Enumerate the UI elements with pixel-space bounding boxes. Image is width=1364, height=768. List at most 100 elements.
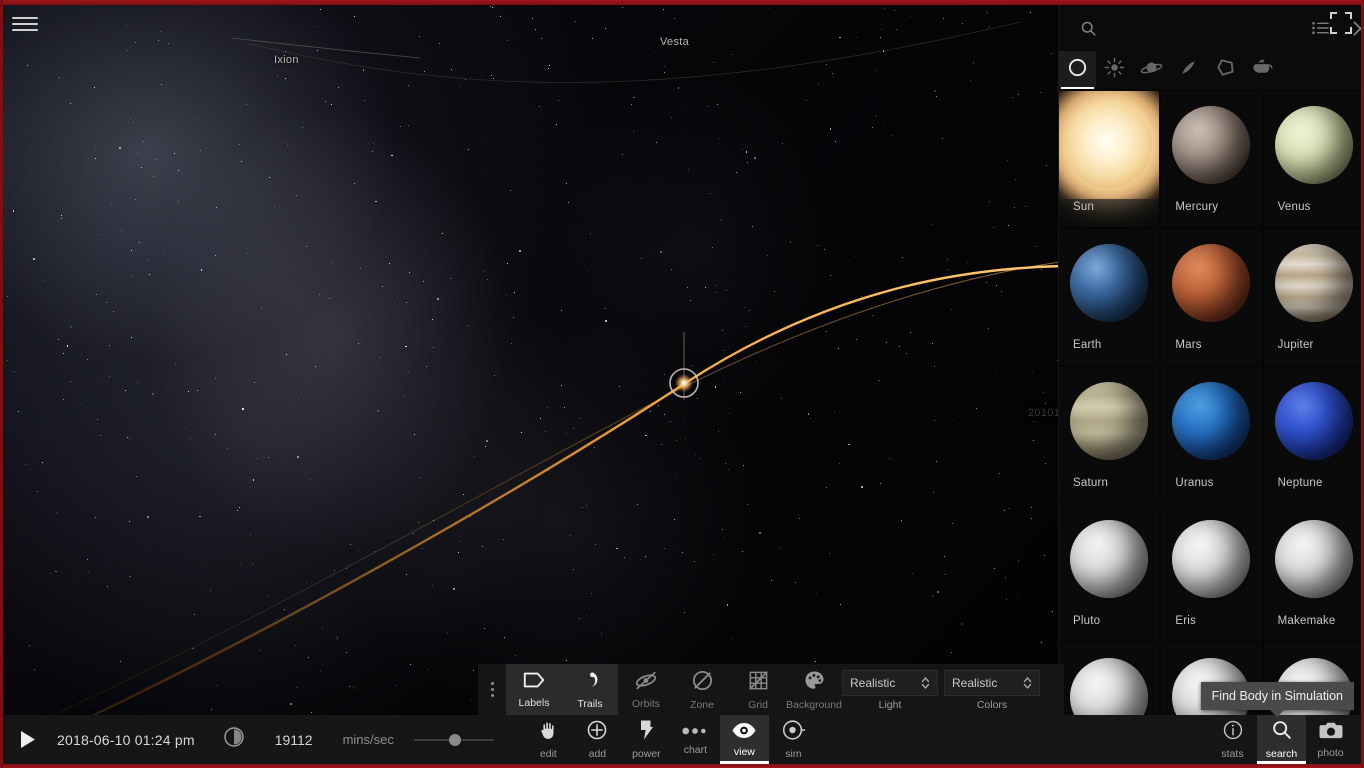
view-toggle-group: Labels Trails Orbits Zone Grid Background (506, 664, 842, 715)
planet-sphere-icon (1172, 244, 1251, 322)
mode-label: view (733, 745, 755, 758)
mode-label: edit (539, 747, 557, 760)
colors-label: Colors (976, 699, 1008, 711)
mode-label: photo (1317, 746, 1344, 759)
body-cell[interactable]: Saturn (1059, 367, 1160, 503)
view-toggle-trails[interactable]: Trails (562, 664, 618, 715)
search-panel-header (1059, 5, 1364, 51)
body-cell[interactable]: Uranus (1161, 367, 1262, 503)
category-tab-planets[interactable] (1133, 51, 1170, 89)
category-tab-asteroids[interactable] (1207, 51, 1244, 89)
body-name-label: Earth (1073, 339, 1102, 351)
mode-button-edit[interactable]: edit (524, 715, 573, 764)
time-rate-slider[interactable] (413, 730, 494, 750)
scene-label[interactable]: Vesta (660, 36, 689, 48)
body-thumbnail (1161, 505, 1261, 613)
body-name-label: Mars (1175, 339, 1202, 351)
hand-icon (538, 720, 558, 746)
right-tool-group: stats search photo (1208, 715, 1355, 764)
body-cell[interactable]: Jupiter (1263, 229, 1364, 365)
asteroid-icon (1215, 57, 1236, 83)
time-rate-unit: mins/sec (342, 732, 394, 747)
body-thumbnail (1059, 367, 1159, 475)
colors-stepper-wrap: Realistic Colors (944, 664, 1040, 711)
grid-off-icon (747, 669, 770, 697)
trail-icon (579, 669, 601, 696)
category-tab-stars[interactable] (1096, 51, 1133, 89)
info-circle-icon (1222, 719, 1244, 746)
simulation-datetime[interactable]: 2018-06-10 01:24 pm (57, 732, 195, 748)
body-search-panel: Sun Mercury Venus Earth Mars Jupiter Saturn Ura… (1058, 5, 1364, 715)
stepper-arrows-icon[interactable] (921, 676, 930, 690)
category-tab-custom[interactable] (1244, 51, 1281, 89)
search-input[interactable] (1110, 18, 1299, 38)
scene-label[interactable]: 20101 (1028, 407, 1060, 419)
fullscreen-expand-icon[interactable] (1330, 12, 1352, 34)
planet-sphere-icon (1070, 658, 1149, 715)
view-toggle-zone[interactable]: Zone (674, 664, 730, 715)
body-cell[interactable]: Pluto (1059, 505, 1160, 641)
category-tab-all[interactable] (1059, 51, 1096, 89)
mode-button-photo[interactable]: photo (1306, 715, 1355, 764)
tooltip: Find Body in Simulation (1200, 682, 1354, 717)
slider-knob[interactable] (449, 733, 462, 746)
zone-off-icon (691, 669, 714, 697)
colors-stepper[interactable]: Realistic (944, 670, 1040, 696)
hamburger-menu-icon[interactable] (12, 12, 38, 36)
body-cell[interactable]: Mars (1161, 229, 1262, 365)
body-thumbnail (1264, 91, 1364, 199)
planet-sphere-icon (1070, 382, 1149, 460)
body-cell[interactable]: Venus (1263, 91, 1364, 227)
view-toggle-orbits[interactable]: Orbits (618, 664, 674, 715)
list-view-icon[interactable] (1309, 17, 1332, 39)
mode-label: add (588, 748, 607, 760)
body-cell[interactable]: Makemake (1263, 505, 1364, 641)
view-toggle-label: Grid (748, 698, 768, 711)
bolt-icon (638, 719, 654, 746)
mode-label: power (632, 748, 661, 760)
category-tab-strip (1059, 51, 1364, 89)
play-button[interactable] (3, 715, 51, 764)
teapot-icon (1251, 58, 1274, 82)
body-cell[interactable]: Neptune (1263, 367, 1364, 503)
search-icon (1271, 719, 1293, 746)
body-name-label: Eris (1175, 615, 1196, 627)
body-cell[interactable] (1059, 643, 1160, 715)
body-name-label: Saturn (1073, 477, 1109, 489)
mode-label: chart (683, 743, 708, 756)
mode-button-power[interactable]: power (622, 715, 671, 764)
more-options-icon[interactable] (478, 664, 506, 715)
mode-button-sim[interactable]: sim (769, 715, 818, 764)
view-toggle-label: Orbits (631, 697, 660, 710)
body-thumbnail (1059, 505, 1159, 613)
star-icon (1104, 57, 1125, 83)
body-thumbnail (1264, 505, 1364, 613)
planet-sphere-icon (1172, 382, 1251, 460)
light-value: Realistic (850, 676, 896, 690)
view-toggle-grid[interactable]: Grid (730, 664, 786, 715)
tooltip-text: Find Body in Simulation (1211, 689, 1343, 703)
light-stepper-wrap: Realistic Light (842, 664, 938, 711)
mode-button-chart[interactable]: chart (671, 715, 720, 764)
mode-button-search[interactable]: search (1257, 715, 1306, 764)
body-cell[interactable]: Eris (1161, 505, 1262, 641)
category-tab-comets[interactable] (1170, 51, 1207, 89)
time-rate-value[interactable]: 19112 (275, 732, 313, 748)
scene-label[interactable]: Ixion (274, 54, 299, 66)
mode-button-add[interactable]: add (573, 715, 622, 764)
clock-icon[interactable] (223, 726, 245, 753)
stepper-arrows-icon[interactable] (1023, 676, 1032, 690)
orbits-off-icon (634, 670, 658, 696)
mode-label: search (1265, 748, 1298, 760)
mode-button-view[interactable]: view (719, 715, 769, 764)
body-cell[interactable]: Earth (1059, 229, 1160, 365)
body-results-grid[interactable]: Sun Mercury Venus Earth Mars Jupiter Saturn Ura… (1059, 89, 1364, 715)
mode-button-stats[interactable]: stats (1208, 715, 1257, 764)
view-toggle-background[interactable]: Background (786, 664, 842, 715)
body-cell[interactable]: Mercury (1161, 91, 1262, 227)
body-cell[interactable]: Sun (1059, 91, 1160, 227)
view-toggle-labels[interactable]: Labels (506, 664, 562, 715)
planet-sphere-icon (1274, 106, 1353, 184)
body-name-label: Jupiter (1277, 339, 1314, 351)
light-stepper[interactable]: Realistic (842, 670, 938, 696)
